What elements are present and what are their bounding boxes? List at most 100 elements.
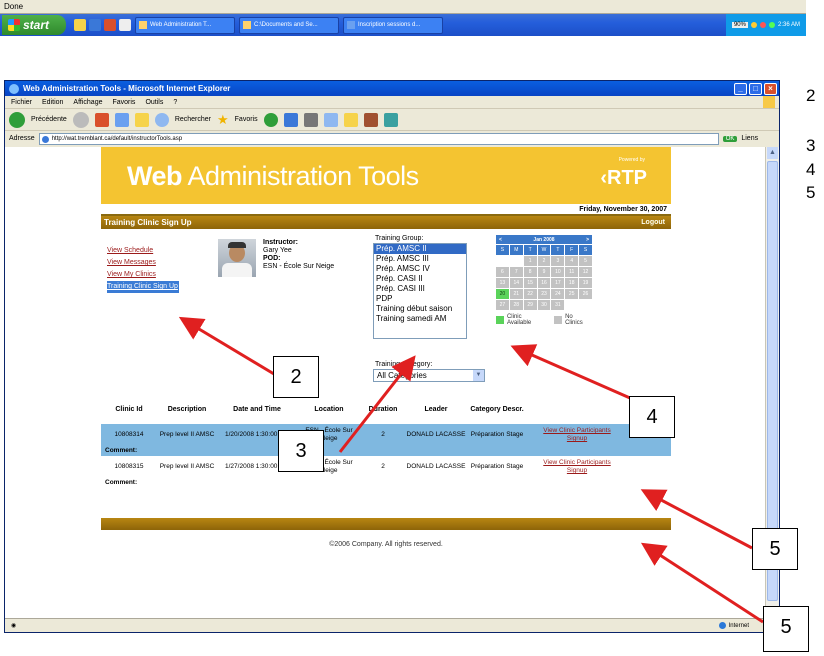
- calendar-day: 22: [523, 289, 537, 299]
- calendar-prev-button[interactable]: <: [499, 237, 502, 243]
- rtp-logo: ‹RTP: [600, 167, 647, 189]
- scroll-up-icon[interactable]: ▲: [767, 147, 778, 159]
- comment-row: Comment:: [105, 479, 138, 486]
- signup-link[interactable]: Signup: [527, 467, 627, 475]
- task-button-word[interactable]: Inscription sessions d...: [343, 16, 443, 34]
- folder-icon[interactable]: [74, 19, 86, 31]
- print-icon[interactable]: [303, 112, 318, 127]
- refresh-icon[interactable]: [114, 112, 129, 127]
- menu-affichage[interactable]: Affichage: [73, 99, 102, 106]
- calendar-day: 15: [523, 278, 537, 288]
- forward-icon[interactable]: [72, 111, 89, 128]
- training-group-option[interactable]: Prép. CASI II: [376, 274, 466, 284]
- calendar-grid: S M T W T F S 1 2 3 4 5 6 7 8 9 10 11 12 13 14 15 16 17 18 19 20 21…: [496, 245, 592, 310]
- calendar-day: 31: [551, 300, 565, 310]
- calendar-day: 7: [509, 267, 523, 277]
- view-participants-link[interactable]: View Clinic Participants: [527, 459, 627, 467]
- favorites-button[interactable]: Favoris: [235, 116, 258, 123]
- title-bar: Web Administration Tools - Microsoft Int…: [5, 81, 779, 96]
- training-group-option[interactable]: Prép. AMSC II: [374, 244, 466, 254]
- menu-edition[interactable]: Edition: [42, 99, 63, 106]
- folder-icon: [243, 21, 251, 29]
- research-icon[interactable]: [363, 112, 378, 127]
- training-category-select[interactable]: All Categories ▼: [373, 369, 485, 382]
- menu-fichier[interactable]: Fichier: [11, 99, 32, 106]
- nav-view-my-clinics[interactable]: View My Clinics: [107, 269, 179, 281]
- side-number: 2: [806, 86, 816, 105]
- ie-icon[interactable]: [89, 19, 101, 31]
- calendar-day: 2: [537, 256, 551, 266]
- start-button[interactable]: start: [2, 15, 66, 35]
- minimize-button[interactable]: _: [734, 82, 747, 95]
- calendar-day: 9: [537, 267, 551, 277]
- task-button-folder[interactable]: C:\Documents and Se...: [239, 16, 339, 34]
- instructor-info: Instructor: Gary Yee POD: ESN - École Su…: [263, 239, 335, 270]
- calendar-day[interactable]: 20: [496, 289, 509, 299]
- footer-bar: [101, 518, 671, 530]
- nav-view-schedule[interactable]: View Schedule: [107, 245, 179, 257]
- brand-title: Web Administration Tools: [127, 161, 419, 191]
- back-icon[interactable]: [9, 111, 25, 128]
- chevron-down-icon[interactable]: ▼: [473, 370, 484, 381]
- messenger-icon[interactable]: [383, 112, 398, 127]
- ie-icon: [139, 21, 147, 29]
- network-icon[interactable]: [750, 22, 757, 28]
- powered-by: Powered by: [618, 157, 645, 163]
- history-icon[interactable]: [263, 112, 278, 127]
- callout-5a: 5: [752, 528, 798, 570]
- calendar-day: 30: [537, 300, 551, 310]
- training-group-option[interactable]: Prép. AMSC IV: [376, 264, 466, 274]
- calendar-next-button[interactable]: >: [586, 237, 589, 243]
- calendar-day: 6: [496, 267, 509, 277]
- home-icon[interactable]: [134, 112, 149, 127]
- desktop-icon[interactable]: [119, 19, 131, 31]
- battery-indicator[interactable]: 90%: [731, 22, 748, 28]
- address-label: Adresse: [9, 135, 35, 142]
- training-group-option[interactable]: PDP: [376, 294, 466, 304]
- calendar: < Jan 2008 > S M T W T F S 1 2 3 4 5 6 7 8 9 10 11 12 13 14 1…: [496, 235, 592, 326]
- menu-outils[interactable]: Outils: [145, 99, 163, 106]
- view-participants-link[interactable]: View Clinic Participants: [527, 427, 627, 435]
- calendar-day: 21: [509, 289, 523, 299]
- edit-icon[interactable]: [323, 112, 338, 127]
- training-group-label: Training Group:: [375, 235, 424, 242]
- nav-view-messages[interactable]: View Messages: [107, 257, 179, 269]
- search-icon[interactable]: [154, 112, 169, 127]
- favorites-icon[interactable]: ★: [217, 112, 229, 128]
- zone-label: Internet: [728, 622, 749, 629]
- nav-training-clinic-sign-up[interactable]: Training Clinic Sign Up: [107, 281, 179, 293]
- security-icon[interactable]: [768, 22, 775, 28]
- search-button[interactable]: Rechercher: [175, 116, 211, 123]
- calendar-day: 4: [565, 256, 579, 266]
- back-button[interactable]: Précédente: [31, 116, 67, 123]
- logout-link[interactable]: Logout: [641, 216, 671, 229]
- task-button-ie[interactable]: Web Administration T...: [135, 16, 235, 34]
- training-group-list[interactable]: Prép. AMSC II Prép. AMSC III Prép. AMSC …: [373, 243, 467, 339]
- clock: 2:36 AM: [777, 22, 800, 28]
- mail-icon[interactable]: [283, 112, 298, 127]
- menu-help[interactable]: ?: [173, 99, 177, 106]
- legend-none-swatch: [554, 316, 563, 324]
- maximize-button[interactable]: □: [749, 82, 762, 95]
- training-group-option[interactable]: Training samedi AM: [376, 314, 466, 324]
- training-group-option[interactable]: Prép. CASI III: [376, 284, 466, 294]
- signup-link[interactable]: Signup: [527, 435, 627, 443]
- status-text: Done: [0, 0, 806, 14]
- close-button[interactable]: ×: [764, 82, 777, 95]
- stop-icon[interactable]: [94, 112, 109, 127]
- media-icon[interactable]: [104, 19, 116, 31]
- address-input[interactable]: http://wat.tremblant.ca/default/instruct…: [38, 132, 719, 145]
- windows-flag-icon: [8, 19, 20, 31]
- calendar-day: 29: [523, 300, 537, 310]
- folder-icon[interactable]: [343, 112, 358, 127]
- calendar-month: Jan 2008: [533, 236, 555, 243]
- calendar-day: 12: [579, 267, 592, 277]
- instructor-photo: [218, 239, 256, 277]
- training-group-option[interactable]: Training début saison: [376, 304, 466, 314]
- links-label[interactable]: Liens: [741, 135, 758, 142]
- internet-zone-icon: [718, 622, 726, 629]
- alert-icon[interactable]: [759, 22, 766, 28]
- training-group-option[interactable]: Prép. AMSC III: [376, 254, 466, 264]
- menu-favoris[interactable]: Favoris: [112, 99, 135, 106]
- go-button[interactable]: OK: [722, 135, 738, 142]
